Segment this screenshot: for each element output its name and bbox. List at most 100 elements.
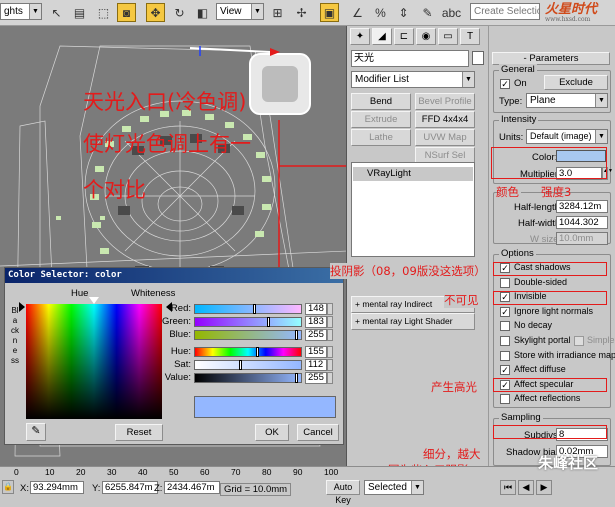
blackness-marker-icon[interactable] — [19, 302, 25, 312]
modifier-button[interactable]: FFD 4x4x4 — [415, 111, 475, 128]
reset-button[interactable]: Reset — [115, 424, 163, 441]
eyedropper-icon[interactable]: ✎ — [26, 423, 46, 441]
half-width-spinner[interactable]: 1044.302 — [556, 216, 608, 229]
annotation-skylight-entrance: 天光入口(冷色调) — [83, 90, 247, 114]
parameters-title: Parameters — [529, 53, 579, 64]
percent-snap-icon[interactable]: % — [371, 3, 390, 22]
window-crossing-icon[interactable]: ◙ — [117, 3, 136, 22]
object-name-field[interactable]: 天光 — [351, 50, 469, 67]
y-coord-field[interactable]: 6255.847m — [102, 481, 158, 494]
units-dropdown[interactable]: Default (image) ▼ — [526, 129, 608, 144]
hue-marker-icon[interactable] — [89, 297, 99, 304]
hue-blackness-field[interactable] — [26, 304, 162, 419]
select-arrow-icon[interactable]: ↖ — [47, 3, 66, 22]
slider-thumb[interactable] — [295, 330, 298, 340]
channel-value[interactable]: 255 — [305, 372, 327, 384]
hierarchy-tab-icon[interactable]: ⊏ — [394, 28, 414, 45]
channel-slider[interactable] — [194, 373, 302, 383]
move-icon[interactable]: ✥ — [146, 3, 165, 22]
auto-key-button[interactable]: Auto Key — [326, 480, 360, 505]
type-dropdown[interactable]: Plane ▼ — [526, 93, 608, 108]
scale-icon[interactable]: ◧ — [193, 3, 212, 22]
select-by-name-icon[interactable]: ▤ — [70, 3, 89, 22]
on-label: On — [514, 78, 527, 89]
rollout-mr-shader[interactable]: + mental ray Light Shader — [351, 313, 475, 330]
channel-slider[interactable] — [194, 360, 302, 370]
angle-snap-icon[interactable]: ∠ — [348, 3, 367, 22]
named-sel-edit-icon[interactable]: ✎ — [418, 3, 437, 22]
slider-thumb[interactable] — [253, 304, 256, 314]
channel-value[interactable]: 112 — [305, 359, 327, 371]
slider-thumb[interactable] — [267, 317, 270, 327]
spinner-arrows-icon[interactable] — [327, 346, 333, 358]
named-selection-dropdown[interactable]: Create Selection Set — [470, 3, 540, 20]
option-checkbox[interactable] — [500, 394, 510, 405]
create-tab-icon[interactable]: ✦ — [350, 28, 370, 45]
spinner-arrows-icon[interactable] — [327, 372, 333, 384]
modifier-button[interactable]: UVW Map — [415, 129, 475, 146]
grid-size-display: Grid = 10.0mm — [220, 483, 292, 496]
go-start-icon[interactable]: ⏮ — [500, 480, 516, 495]
filter-dropdown[interactable]: ghts ▼ — [0, 3, 42, 20]
on-checkbox[interactable]: ✓ — [500, 79, 510, 89]
modifier-button[interactable]: Bend — [351, 93, 411, 110]
ok-button[interactable]: OK — [255, 424, 289, 441]
object-color-swatch[interactable] — [472, 51, 484, 65]
slider-thumb[interactable] — [239, 360, 242, 370]
channel-slider[interactable] — [194, 304, 302, 314]
channel-value[interactable]: 148 — [305, 303, 327, 315]
snap-3d-icon[interactable]: ▣ — [320, 3, 339, 22]
z-coord-field[interactable]: 2434.467m — [164, 481, 220, 494]
lock-icon[interactable]: 🔒 — [2, 480, 14, 494]
slider-thumb[interactable] — [256, 347, 259, 357]
exclude-button[interactable]: Exclude — [544, 75, 608, 90]
pivot-icon[interactable]: ⊞ — [268, 3, 287, 22]
option-checkbox[interactable]: ✓ — [500, 306, 510, 317]
utilities-tab-icon[interactable]: T — [460, 28, 480, 45]
channel-slider[interactable] — [194, 317, 302, 327]
modifier-button[interactable]: Lathe — [351, 129, 411, 146]
slider-thumb[interactable] — [295, 373, 298, 383]
reference-coord-dropdown[interactable]: View ▼ — [216, 3, 264, 20]
modifier-button[interactable]: Extrude — [351, 111, 411, 128]
prev-frame-icon[interactable]: ◀ — [518, 480, 534, 495]
time-tick: 10 — [45, 467, 55, 477]
channel-slider[interactable] — [194, 330, 302, 340]
spinner-arrows-icon[interactable] — [327, 303, 333, 315]
simple-label: Simple — [587, 335, 615, 345]
motion-tab-icon[interactable]: ◉ — [416, 28, 436, 45]
spinner-arrows-icon[interactable] — [327, 316, 333, 328]
display-tab-icon[interactable]: ▭ — [438, 28, 458, 45]
whiteness-label: Whiteness — [131, 288, 176, 299]
spinner-arrows-icon[interactable] — [327, 329, 333, 341]
simple-checkbox[interactable] — [574, 336, 584, 346]
rect-region-icon[interactable]: ⬚ — [94, 3, 113, 22]
abc-icon[interactable]: abc — [442, 3, 461, 22]
channel-slider[interactable] — [194, 347, 302, 357]
option-label: Double-sided — [514, 276, 568, 287]
option-checkbox[interactable] — [500, 277, 510, 288]
time-tick: 60 — [200, 467, 210, 477]
spinner-arrows-icon[interactable] — [327, 359, 333, 371]
channel-value[interactable]: 183 — [305, 316, 327, 328]
time-ruler[interactable]: 0 10 20 30 40 50 60 70 80 90 100 — [0, 467, 338, 479]
select-manipulate-icon[interactable]: ✢ — [292, 3, 311, 22]
rotate-icon[interactable]: ↻ — [170, 3, 189, 22]
half-length-spinner[interactable]: 3284.12m — [556, 200, 608, 213]
spinner-snap-icon[interactable]: ⇕ — [394, 3, 413, 22]
stack-item-vraylight[interactable]: VRayLight — [353, 167, 473, 181]
modify-tab-icon[interactable]: ◢ — [372, 28, 392, 45]
modifier-stack[interactable]: VRayLight — [351, 162, 475, 257]
option-checkbox[interactable] — [500, 336, 510, 346]
play-icon[interactable]: ▶ — [536, 480, 552, 495]
option-checkbox[interactable] — [500, 321, 510, 332]
channel-value[interactable]: 155 — [305, 346, 327, 358]
x-coord-field[interactable]: 93.294mm — [30, 481, 84, 494]
option-checkbox[interactable]: ✓ — [500, 365, 510, 376]
modifier-list-dropdown[interactable]: Modifier List ▼ — [351, 71, 475, 88]
key-filter-dropdown[interactable]: Selected ▼ — [364, 480, 424, 495]
cancel-button[interactable]: Cancel — [297, 424, 339, 441]
modifier-button[interactable]: Bevel Profile — [415, 93, 475, 110]
option-checkbox[interactable] — [500, 350, 510, 361]
channel-value[interactable]: 255 — [305, 329, 327, 341]
